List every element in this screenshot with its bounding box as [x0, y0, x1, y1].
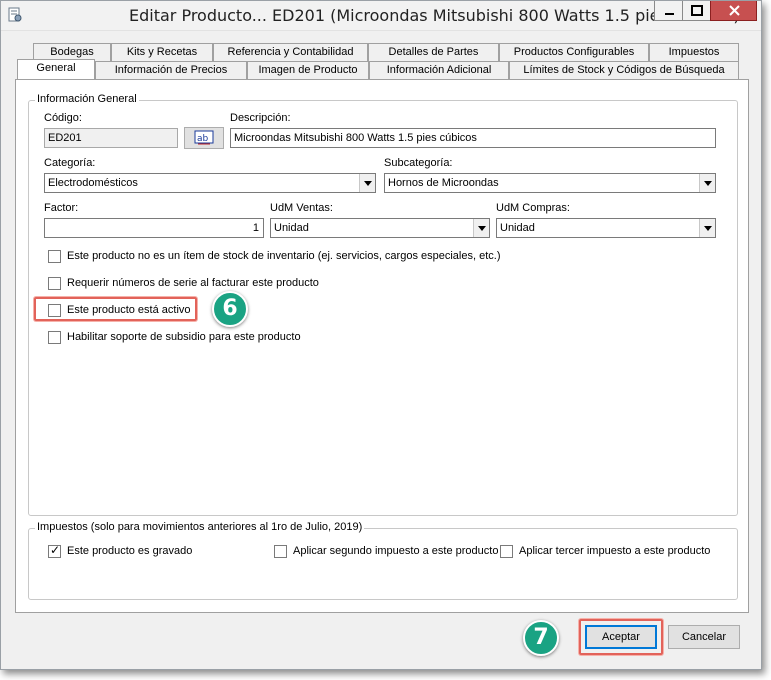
non-stock-item-checkbox[interactable]: Este producto no es un ítem de stock de …	[48, 250, 548, 264]
active-checkbox-highlight	[34, 297, 197, 321]
chevron-down-icon[interactable]	[473, 219, 489, 237]
close-icon	[729, 5, 740, 16]
minimize-button[interactable]	[654, 1, 683, 21]
step-6-badge: 6	[212, 291, 248, 327]
checkbox-label: Este producto es gravado	[67, 545, 193, 557]
checkbox-box[interactable]	[500, 545, 513, 558]
close-button[interactable]	[710, 1, 757, 21]
tab-general[interactable]: General	[17, 59, 95, 79]
require-serial-numbers-checkbox[interactable]: Requerir números de serie al facturar es…	[48, 277, 388, 291]
subcategoria-label: Subcategoría:	[384, 157, 453, 169]
tab-informacion-precios[interactable]: Información de Precios	[95, 61, 247, 79]
tab-imagen-producto[interactable]: Imagen de Producto	[247, 61, 369, 79]
checkbox-label: Aplicar segundo impuesto a este producto	[293, 545, 499, 557]
factor-field[interactable]: 1	[44, 218, 264, 238]
checkbox-box[interactable]	[48, 331, 61, 344]
checkbox-label: Aplicar tercer impuesto a este producto	[519, 545, 711, 557]
tab-kits-recetas[interactable]: Kits y Recetas	[111, 43, 213, 61]
general-info-legend: Información General	[35, 93, 139, 105]
udm-ventas-value: Unidad	[274, 222, 309, 234]
tab-impuestos[interactable]: Impuestos	[649, 43, 739, 61]
title-bar[interactable]: Editar Producto... ED201 (Microondas Mit…	[1, 1, 761, 31]
categoria-label: Categoría:	[44, 157, 96, 169]
udm-ventas-select[interactable]: Unidad	[270, 218, 490, 238]
taxable-checkbox[interactable]: Este producto es gravado	[48, 543, 268, 559]
accept-button-highlight	[579, 619, 663, 655]
impuestos-group: Impuestos (solo para movimientos anterio…	[28, 521, 738, 600]
tab-informacion-adicional[interactable]: Información Adicional	[369, 61, 509, 79]
impuestos-legend: Impuestos (solo para movimientos anterio…	[35, 521, 365, 533]
udm-compras-value: Unidad	[500, 222, 535, 234]
factor-label: Factor:	[44, 202, 79, 214]
checkbox-label: Requerir números de serie al facturar es…	[67, 277, 319, 289]
cancel-button[interactable]: Cancelar	[668, 625, 740, 649]
second-tax-checkbox[interactable]: Aplicar segundo impuesto a este producto	[274, 545, 502, 559]
tab-referencia-contabilidad[interactable]: Referencia y Contabilidad	[213, 43, 368, 61]
minimize-icon	[665, 13, 674, 15]
chevron-down-icon[interactable]	[359, 174, 375, 192]
maximize-icon	[691, 5, 703, 16]
subcategoria-value: Hornos de Microondas	[388, 177, 499, 189]
udm-compras-select[interactable]: Unidad	[496, 218, 716, 238]
checkbox-label: Habilitar soporte de subsidio para este …	[67, 331, 301, 343]
checkbox-box[interactable]	[48, 250, 61, 263]
document-gear-icon	[7, 7, 23, 23]
tab-productos-configurables[interactable]: Productos Configurables	[499, 43, 649, 61]
window-title: Editar Producto... ED201 (Microondas Mit…	[129, 6, 740, 25]
checkbox-box[interactable]	[48, 277, 61, 290]
edit-product-window: Editar Producto... ED201 (Microondas Mit…	[0, 0, 762, 670]
chevron-down-icon[interactable]	[699, 219, 715, 237]
codigo-lookup-button[interactable]: ab	[184, 127, 224, 149]
udm-compras-label: UdM Compras:	[496, 202, 570, 214]
descripcion-field[interactable]: Microondas Mitsubishi 800 Watts 1.5 pies…	[230, 128, 716, 148]
checkbox-box[interactable]	[48, 543, 61, 558]
checkbox-box[interactable]	[274, 545, 287, 558]
categoria-value: Electrodomésticos	[48, 177, 138, 189]
chevron-down-icon[interactable]	[699, 174, 715, 192]
descripcion-label: Descripción:	[230, 112, 291, 124]
codigo-field[interactable]: ED201	[44, 128, 178, 148]
third-tax-checkbox[interactable]: Aplicar tercer impuesto a este producto	[500, 545, 720, 559]
maximize-button[interactable]	[682, 1, 711, 21]
subsidy-support-checkbox[interactable]: Habilitar soporte de subsidio para este …	[48, 331, 388, 345]
tab-detalles-partes[interactable]: Detalles de Partes	[368, 43, 499, 61]
tab-limites-stock[interactable]: Límites de Stock y Códigos de Búsqueda	[509, 61, 739, 79]
checkbox-label: Este producto no es un ítem de stock de …	[67, 250, 501, 262]
text-ab-icon: ab	[194, 130, 214, 145]
step-7-badge: 7	[523, 620, 559, 656]
general-tab-panel: Información General Código: ED201 ab Des…	[15, 79, 749, 613]
codigo-label: Código:	[44, 112, 82, 124]
svg-text:ab: ab	[197, 134, 209, 144]
categoria-select[interactable]: Electrodomésticos	[44, 173, 376, 193]
subcategoria-select[interactable]: Hornos de Microondas	[384, 173, 716, 193]
udm-ventas-label: UdM Ventas:	[270, 202, 333, 214]
